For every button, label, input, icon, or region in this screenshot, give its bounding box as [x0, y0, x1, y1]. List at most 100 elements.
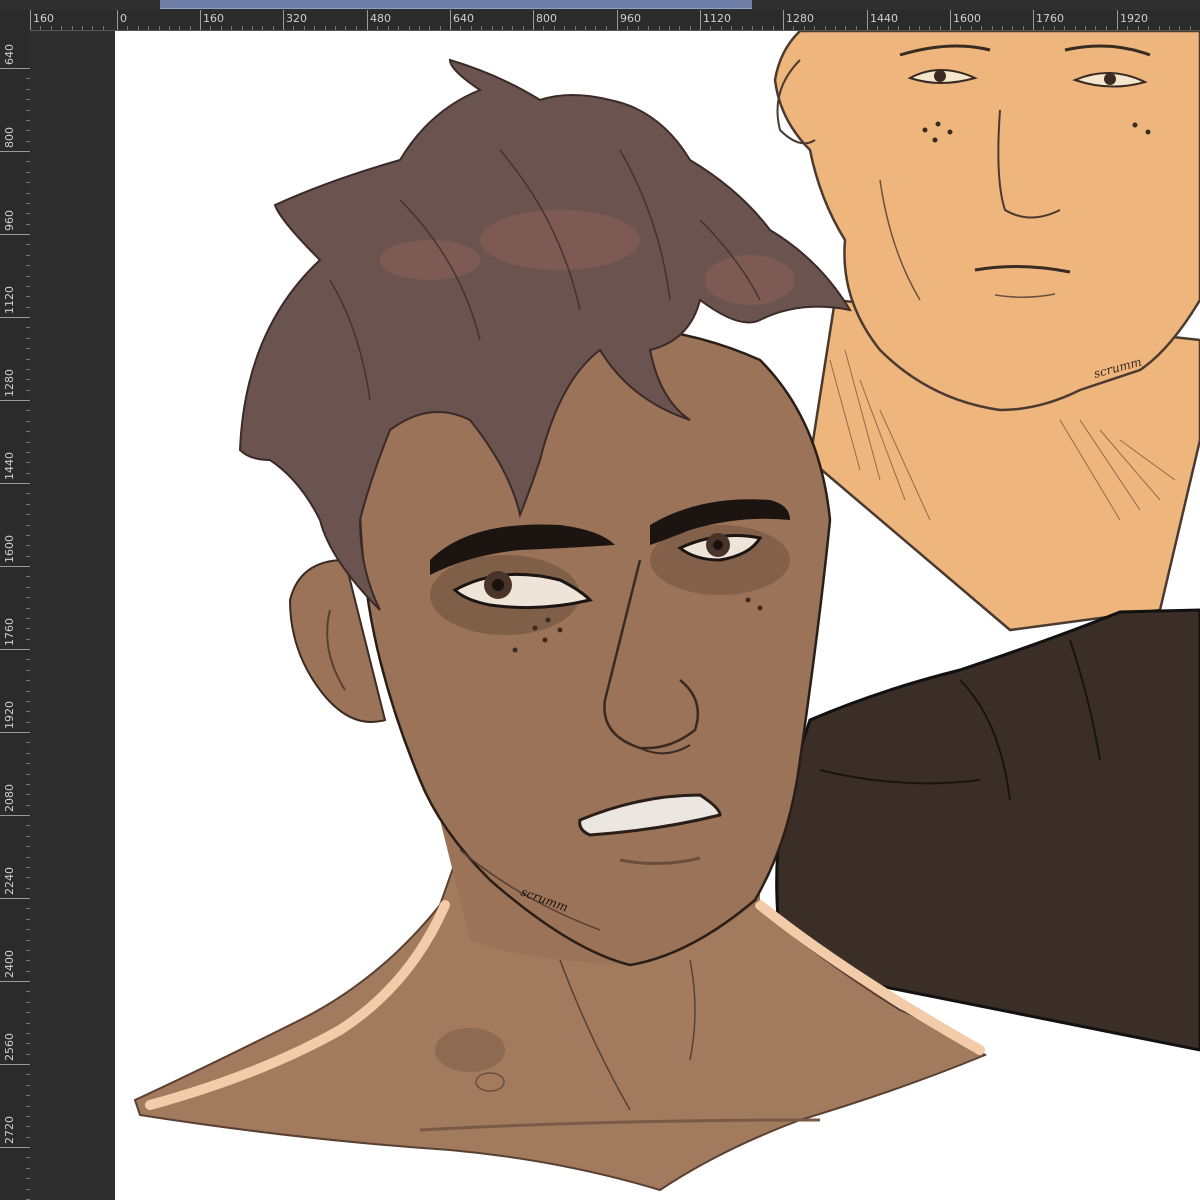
ruler-minor-tick — [908, 26, 910, 30]
ruler-minor-tick — [824, 26, 826, 30]
ruler-minor-tick — [481, 26, 483, 30]
ruler-minor-tick — [960, 26, 962, 30]
ruler-minor-tick — [460, 26, 462, 30]
ruler-minor-tick — [1095, 26, 1097, 30]
ruler-tick — [367, 10, 368, 30]
ruler-minor-tick — [981, 26, 983, 30]
ruler-label: 1600 — [953, 12, 981, 25]
ruler-label: 320 — [286, 12, 307, 25]
canvas-paper[interactable]: scrumm scrumm — [115, 31, 1200, 1200]
ruler-minor-tick — [1179, 26, 1181, 30]
ruler-minor-tick — [835, 26, 836, 30]
ruler-tick — [617, 10, 618, 30]
ruler-minor-tick — [314, 26, 316, 30]
ruler-minor-tick — [355, 26, 357, 30]
ruler-label: 2400 — [3, 950, 16, 978]
ruler-tick — [867, 10, 868, 30]
ruler-minor-tick — [1012, 26, 1014, 30]
ruler-minor-tick — [1064, 26, 1066, 30]
ruler-minor-tick — [845, 26, 847, 30]
ruler-minor-tick — [137, 26, 139, 30]
ruler-tick — [950, 10, 951, 30]
ruler-tick — [0, 151, 30, 152]
ruler-label: 640 — [3, 44, 16, 65]
ruler-label: 2240 — [3, 867, 16, 895]
ruler-minor-tick — [231, 26, 233, 30]
ruler-minor-tick — [1074, 26, 1076, 30]
ruler-label: 160 — [33, 12, 54, 25]
ruler-minor-tick — [553, 26, 555, 30]
ruler-minor-tick — [439, 26, 441, 30]
ruler-tick — [1117, 10, 1118, 30]
ruler-minor-tick — [720, 26, 722, 30]
ruler-minor-tick — [803, 26, 805, 30]
ruler-minor-tick — [82, 26, 83, 30]
ruler-minor-tick — [241, 26, 243, 30]
ruler-minor-tick — [1085, 26, 1086, 30]
ruler-label: 640 — [453, 12, 474, 25]
ruler-minor-tick — [793, 26, 795, 30]
ruler-minor-tick — [741, 26, 743, 30]
app-window: 160 0 160 320 480 640 800 960 1120 1280 1440 1600 17… — [0, 0, 1200, 1200]
ruler-minor-tick — [898, 26, 900, 30]
ruler-minor-tick — [210, 26, 212, 30]
ruler-tick — [0, 566, 30, 567]
ruler-minor-tick — [1169, 26, 1170, 30]
ruler-minor-tick — [293, 26, 295, 30]
horizontal-ruler[interactable]: 160 0 160 320 480 640 800 960 1120 1280 1440 1600 17… — [30, 10, 1200, 31]
back-sketch-figure: scrumm — [773, 31, 1200, 632]
ruler-minor-tick — [179, 26, 181, 30]
ruler-label: 480 — [370, 12, 391, 25]
ruler-minor-tick — [991, 26, 993, 30]
ruler-tick — [200, 10, 201, 30]
ruler-tick — [0, 68, 30, 69]
ruler-label: 1760 — [3, 618, 16, 646]
ruler-tick — [0, 815, 30, 816]
ruler-minor-tick — [324, 26, 326, 30]
ruler-minor-tick — [1043, 26, 1045, 30]
ruler-minor-tick — [335, 26, 336, 30]
ruler-tick — [0, 317, 30, 318]
ruler-minor-tick — [939, 26, 941, 30]
ruler-minor-tick — [408, 26, 410, 30]
ruler-minor-tick — [1137, 26, 1139, 30]
ruler-label: 1120 — [703, 12, 731, 25]
ruler-minor-tick — [522, 26, 524, 30]
ruler-minor-tick — [1053, 26, 1055, 30]
ruler-minor-tick — [398, 26, 400, 30]
ruler-minor-tick — [252, 26, 253, 30]
ruler-tick — [783, 10, 784, 30]
vertical-ruler[interactable]: 640 800 960 1120 1280 1440 1600 1760 1920 2080 224… — [0, 30, 31, 1200]
ruler-label: 1440 — [870, 12, 898, 25]
ruler-minor-tick — [679, 26, 681, 30]
ruler-minor-tick — [669, 26, 670, 30]
ruler-minor-tick — [61, 26, 63, 30]
ruler-tick — [0, 234, 30, 235]
ruler-tick — [700, 10, 701, 30]
ruler-minor-tick — [387, 26, 389, 30]
ruler-minor-tick — [512, 26, 514, 30]
ruler-minor-tick — [1148, 26, 1150, 30]
ruler-minor-tick — [772, 26, 774, 30]
ruler-tick — [30, 10, 31, 30]
ruler-tick — [0, 483, 30, 484]
ruler-tick — [0, 400, 30, 401]
ruler-minor-tick — [272, 26, 274, 30]
ruler-minor-tick — [887, 26, 889, 30]
ruler-minor-tick — [220, 26, 222, 30]
ruler-minor-tick — [262, 26, 264, 30]
ruler-tick — [533, 10, 534, 30]
ruler-minor-tick — [189, 26, 191, 30]
top-toolbar-strip — [0, 0, 1200, 10]
ruler-minor-tick — [564, 26, 566, 30]
ruler-minor-tick — [595, 26, 597, 30]
active-tab-highlight[interactable] — [160, 0, 752, 9]
ruler-label: 2720 — [3, 1116, 16, 1144]
ruler-minor-tick — [102, 26, 104, 30]
ruler-label: 2080 — [3, 784, 16, 812]
ruler-label: 800 — [536, 12, 557, 25]
ruler-label: 1280 — [786, 12, 814, 25]
ruler-minor-tick — [491, 26, 493, 30]
ruler-label: 160 — [203, 12, 224, 25]
ruler-minor-tick — [1127, 26, 1129, 30]
